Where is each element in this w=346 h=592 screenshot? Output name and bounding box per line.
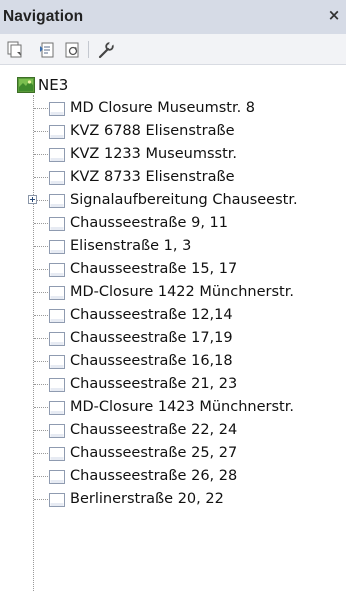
node-icon (49, 423, 65, 438)
node-icon (49, 377, 65, 392)
navigation-tree: NE3 MD Closure Museumstr. 8 KVZ 6788 Elis… (0, 73, 346, 592)
tree-item[interactable]: Chausseestraße 9, 11 (0, 212, 346, 235)
refresh-icon[interactable] (63, 40, 83, 60)
tree-item-label: Chausseestraße 12,14 (70, 307, 233, 323)
tree-item[interactable]: KVZ 6788 Elisenstraße (0, 120, 346, 143)
node-icon (49, 308, 65, 323)
tree-item[interactable]: Chausseestraße 17,19 (0, 327, 346, 350)
tree-item[interactable]: MD Closure Museumstr. 8 (0, 97, 346, 120)
tree-root-label[interactable]: NE3 (38, 75, 68, 95)
node-icon (49, 331, 65, 346)
tree-item[interactable]: Chausseestraße 21, 23 (0, 373, 346, 396)
tree-branch-line (34, 131, 48, 132)
tree-item-label: Chausseestraße 16,18 (70, 353, 233, 369)
tree-item[interactable]: Chausseestraße 26, 28 (0, 465, 346, 488)
tree-item-label: KVZ 6788 Elisenstraße (70, 123, 235, 139)
tree-item-label: Chausseestraße 25, 27 (70, 445, 238, 461)
node-icon (49, 262, 65, 277)
expand-toggle-icon[interactable] (28, 195, 37, 204)
tree-item-label: Chausseestraße 15, 17 (70, 261, 238, 277)
tree-branch-line (34, 361, 48, 362)
tree-branch-line (34, 338, 48, 339)
tree-item-label: KVZ 8733 Elisenstraße (70, 169, 235, 185)
node-icon (49, 354, 65, 369)
node-icon (49, 193, 65, 208)
tree-item[interactable]: Chausseestraße 15, 17 (0, 258, 346, 281)
tree-item-label: MD-Closure 1422 Münchnerstr. (70, 284, 294, 300)
tree-branch-line (34, 453, 48, 454)
map-layer-icon (17, 77, 35, 93)
tree-branch-line (34, 223, 48, 224)
tree-branch-line (34, 384, 48, 385)
node-icon (49, 170, 65, 185)
tree-branch-line (34, 108, 48, 109)
node-icon (49, 446, 65, 461)
tree-branch-line (34, 246, 48, 247)
expand-select-icon[interactable] (38, 40, 58, 60)
tree-item[interactable]: Signalaufbereitung Chauseestr. (0, 189, 346, 212)
wrench-icon[interactable] (96, 40, 116, 60)
tree-item[interactable]: Chausseestraße 16,18 (0, 350, 346, 373)
tree-item-label: Chausseestraße 26, 28 (70, 468, 238, 484)
tree-item-label: Chausseestraße 17,19 (70, 330, 233, 346)
tree-item-label: KVZ 1233 Museumsstr. (70, 146, 238, 162)
node-icon (49, 147, 65, 162)
tree-item-label: Chausseestraße 9, 11 (70, 215, 228, 231)
tree-item[interactable]: Chausseestraße 12,14 (0, 304, 346, 327)
tree-item-label: Chausseestraße 21, 23 (70, 376, 238, 392)
node-icon (49, 285, 65, 300)
node-icon (49, 101, 65, 116)
tree-item-label: MD-Closure 1423 Münchnerstr. (70, 399, 294, 415)
tree-branch-line (34, 315, 48, 316)
tree-item-label: Signalaufbereitung Chauseestr. (70, 192, 298, 208)
tree-branch-line (34, 269, 48, 270)
panel-titlebar: Navigation × (0, 0, 346, 34)
panel-toolbar (0, 34, 346, 65)
tree-branch-line (34, 476, 48, 477)
tree-branch-line (34, 292, 48, 293)
tree-item[interactable]: KVZ 1233 Museumsstr. (0, 143, 346, 166)
tree-branch-line (34, 154, 48, 155)
node-icon (49, 239, 65, 254)
close-icon[interactable]: × (326, 6, 342, 24)
tree-item-label: Chausseestraße 22, 24 (70, 422, 238, 438)
navigation-panel: Navigation × NE3 MD Closure Museumstr. 8… (0, 0, 346, 592)
panel-title: Navigation (3, 8, 84, 25)
tree-item-label: MD Closure Museumstr. 8 (70, 100, 256, 116)
collapse-all-icon[interactable] (6, 40, 26, 60)
tree-branch-line (34, 430, 48, 431)
tree-item[interactable]: KVZ 8733 Elisenstraße (0, 166, 346, 189)
tree-item[interactable]: Berlinerstraße 20, 22 (0, 488, 346, 511)
tree-item[interactable]: MD-Closure 1423 Münchnerstr. (0, 396, 346, 419)
tree-item[interactable]: Chausseestraße 22, 24 (0, 419, 346, 442)
tree-branch-line (34, 499, 48, 500)
node-icon (49, 469, 65, 484)
node-icon (49, 400, 65, 415)
node-icon (49, 216, 65, 231)
tree-branch-line (34, 177, 48, 178)
node-icon (49, 492, 65, 507)
tree-item[interactable]: Chausseestraße 25, 27 (0, 442, 346, 465)
tree-item[interactable]: Elisenstraße 1, 3 (0, 235, 346, 258)
toolbar-separator (88, 41, 89, 58)
tree-item-label: Berlinerstraße 20, 22 (70, 491, 224, 507)
tree-branch-line (34, 407, 48, 408)
tree-item-label: Elisenstraße 1, 3 (70, 238, 192, 254)
node-icon (49, 124, 65, 139)
tree-item[interactable]: MD-Closure 1422 Münchnerstr. (0, 281, 346, 304)
